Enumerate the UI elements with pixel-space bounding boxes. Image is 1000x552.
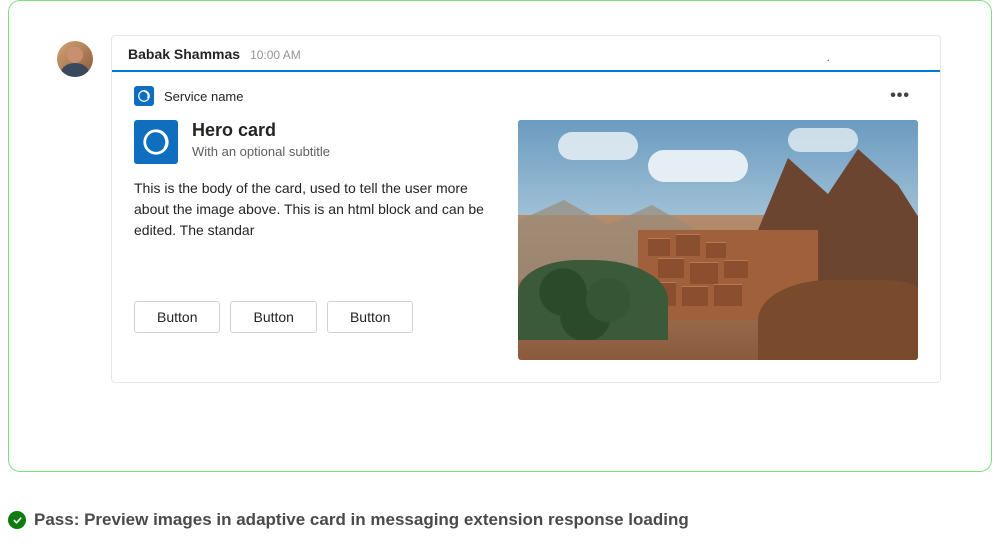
service-icon: [134, 86, 154, 106]
service-identity: Service name: [134, 86, 243, 106]
validation-text: Pass: Preview images in adaptive card in…: [34, 510, 689, 530]
hero-subtitle: With an optional subtitle: [192, 144, 330, 159]
hero-body-text: This is the body of the card, used to te…: [134, 178, 500, 241]
hero-card-content: Hero card With an optional subtitle This…: [134, 120, 918, 360]
validation-message: Preview images in adaptive card in messa…: [79, 510, 688, 529]
service-name-label: Service name: [164, 89, 243, 104]
hero-header: Hero card With an optional subtitle: [134, 120, 500, 164]
card-action-button-1[interactable]: Button: [134, 301, 220, 333]
hero-text-column: Hero card With an optional subtitle This…: [134, 120, 500, 360]
message-header: Babak Shammas 10:00 AM .: [112, 36, 940, 72]
pass-check-icon: [8, 511, 26, 529]
validation-status: Pass:: [34, 510, 79, 529]
message-timestamp: 10:00 AM: [250, 48, 301, 62]
message-preview-container: Babak Shammas 10:00 AM . Service name ••…: [8, 0, 992, 472]
service-header-row: Service name •••: [134, 86, 918, 106]
card-action-button-3[interactable]: Button: [327, 301, 413, 333]
message-card: Babak Shammas 10:00 AM . Service name ••…: [111, 35, 941, 383]
hero-title: Hero card: [192, 120, 330, 142]
more-options-icon[interactable]: •••: [882, 87, 918, 105]
validation-result: Pass: Preview images in adaptive card in…: [8, 510, 689, 530]
card-action-button-2[interactable]: Button: [230, 301, 316, 333]
hero-app-icon: [134, 120, 178, 164]
sender-avatar[interactable]: [57, 41, 93, 77]
hero-preview-image[interactable]: [518, 120, 918, 360]
adaptive-card-body: Service name ••• Hero card With an optio…: [112, 72, 940, 382]
sender-name[interactable]: Babak Shammas: [128, 46, 240, 62]
header-indicator: .: [827, 50, 830, 64]
card-actions-row: Button Button Button: [134, 301, 500, 333]
